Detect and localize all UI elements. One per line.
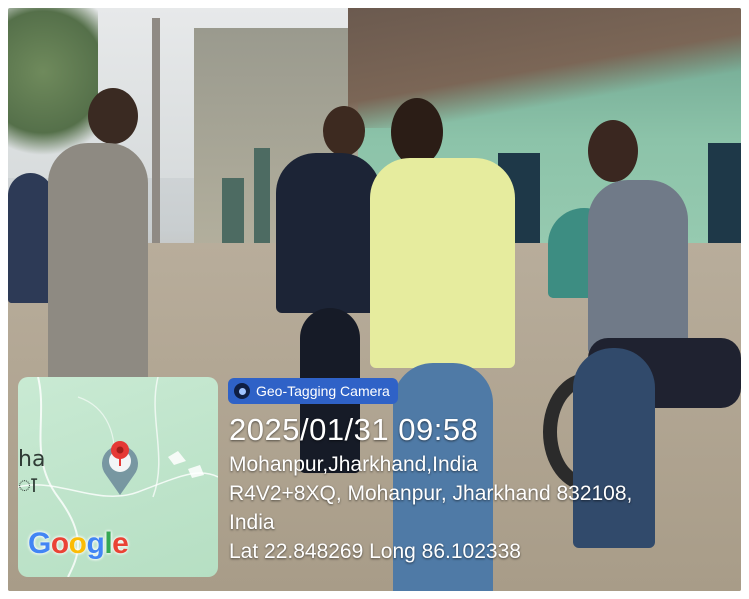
google-logo-letter: o — [68, 527, 87, 560]
map-place-latin: ha — [18, 447, 46, 472]
google-logo-letter: o — [50, 527, 69, 560]
person-yellow-shirt — [370, 158, 515, 368]
location-pin-icon — [102, 441, 138, 495]
stamp-address-line1: R4V2+8XQ, Mohanpur, Jharkhand 832108, — [229, 482, 633, 505]
person-background — [8, 173, 53, 303]
electric-pole — [152, 18, 160, 248]
person-suit — [276, 153, 381, 313]
google-logo-letter: e — [112, 527, 129, 560]
building-door — [254, 148, 270, 258]
badge-label: Geo-Tagging Camera — [256, 383, 390, 399]
google-logo-letter: l — [104, 527, 113, 560]
building-door — [222, 178, 244, 248]
stamp-datetime: 2025/01/31 09:58 — [229, 412, 479, 447]
stamp-address-line2: India — [229, 511, 275, 534]
geo-stamp: 2025/01/31 09:58 Mohanpur,Jharkhand,Indi… — [229, 410, 632, 566]
person-head — [391, 98, 443, 166]
stamp-location: Mohanpur,Jharkhand,India — [229, 453, 478, 476]
person-head — [323, 106, 365, 156]
person-vest — [48, 143, 148, 383]
google-logo-letter: g — [86, 527, 105, 560]
google-logo: Google — [28, 527, 129, 561]
stamp-coordinates: Lat 22.848269 Long 86.102338 — [229, 540, 521, 563]
map-place-devanagari: ा — [18, 473, 37, 498]
person-head — [588, 120, 638, 182]
person-head — [88, 88, 138, 144]
map-place-label: ha ा — [18, 447, 45, 499]
google-logo-letter: G — [28, 527, 51, 560]
map-thumbnail[interactable]: ha ा Google — [18, 377, 218, 577]
camera-lens-icon — [234, 383, 250, 399]
geo-tagging-badge: Geo-Tagging Camera — [228, 378, 398, 404]
